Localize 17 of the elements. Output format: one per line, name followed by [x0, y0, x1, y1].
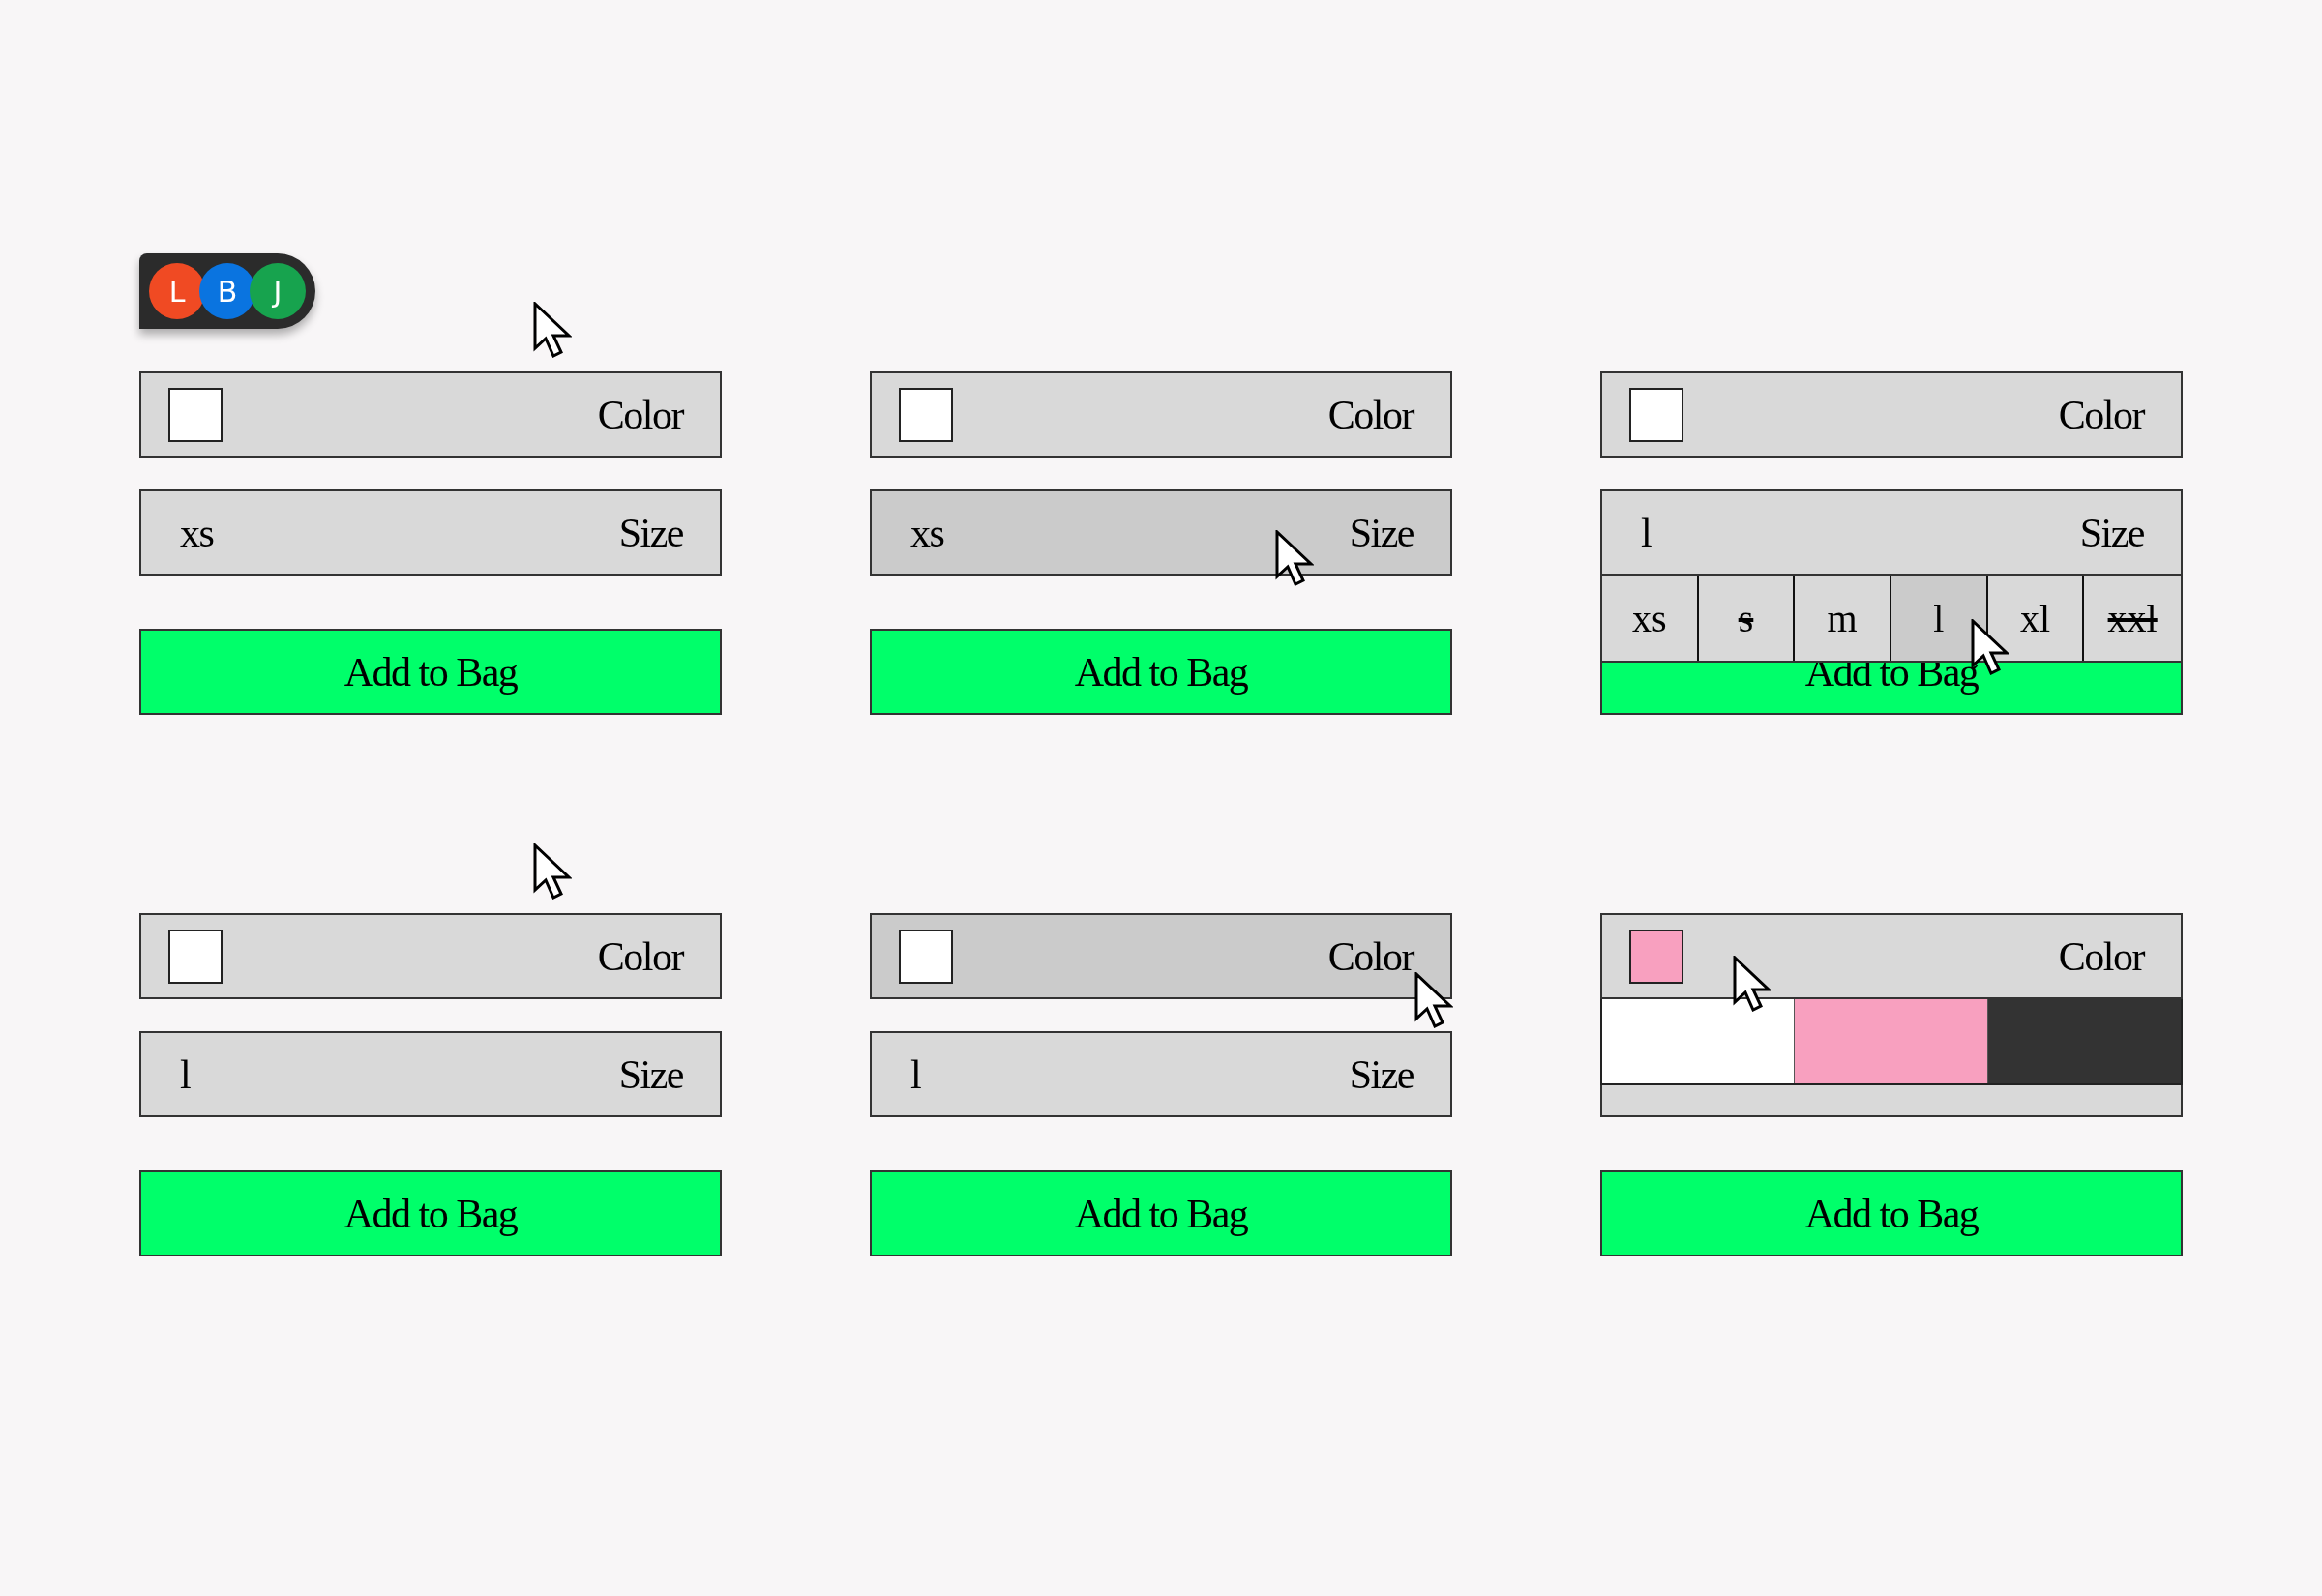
avatar: J [250, 263, 306, 319]
size-value: l [180, 1050, 191, 1098]
field-label: Size [1349, 1050, 1414, 1098]
size-value: l [910, 1050, 921, 1098]
field-label: Color [1327, 932, 1414, 980]
field-label: Size [2079, 509, 2144, 556]
field-label: Color [1327, 391, 1414, 438]
field-label: Color [597, 932, 683, 980]
size-value: xs [910, 509, 944, 556]
field-label: Size [1349, 509, 1414, 556]
field-label: Color [597, 391, 683, 438]
field-label: Size [618, 1050, 683, 1098]
size-value: l [1641, 509, 1652, 556]
field-label: Size [618, 509, 683, 556]
size-value: xs [180, 509, 214, 556]
field-label: Color [2058, 932, 2144, 980]
field-label: Color [2058, 391, 2144, 438]
